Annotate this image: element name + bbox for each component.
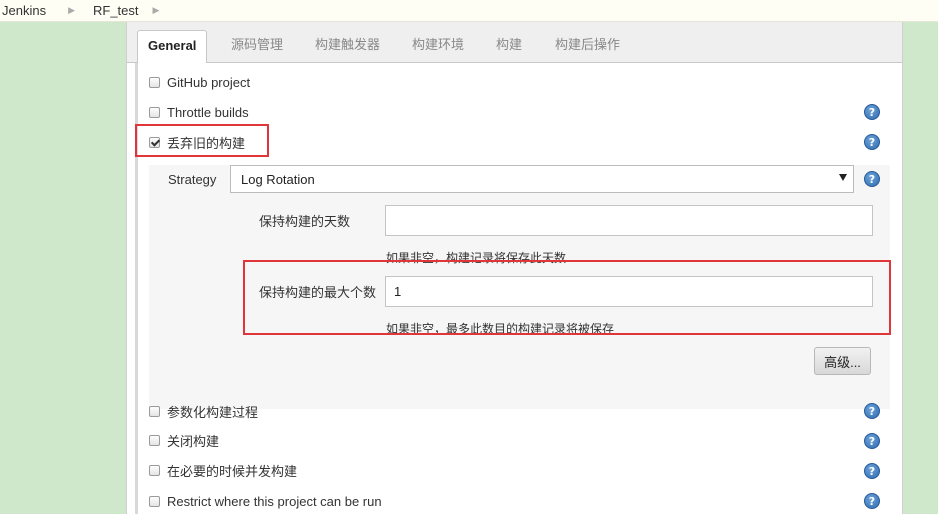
strategy-select[interactable]: Log Rotation [230,165,854,193]
tab-post-build[interactable]: 构建后操作 [545,30,630,63]
config-panel: General 源码管理 构建触发器 构建环境 构建 构建后操作 GitHub … [126,22,903,514]
discard-old-builds-checkbox[interactable] [149,136,160,148]
option-restrict-where: Restrict where this project can be run [149,492,382,510]
days-to-keep-input[interactable] [385,205,873,236]
help-icon[interactable]: ? [864,134,880,150]
discard-old-builds-label: 丢弃旧的构建 [167,135,246,151]
advanced-button[interactable]: 高级... [814,347,871,375]
help-icon[interactable]: ? [864,104,880,120]
tab-general[interactable]: General [137,30,208,64]
max-builds-input[interactable]: 1 [385,276,873,307]
days-to-keep-hint: 如果非空，构建记录将保存此天数 [386,251,567,265]
throttle-builds-label: Throttle builds [167,104,249,120]
tab-bar: General 源码管理 构建触发器 构建环境 构建 构建后操作 [127,22,902,64]
parameterized-checkbox[interactable] [149,405,160,417]
help-icon[interactable]: ? [864,433,880,449]
help-icon[interactable]: ? [864,403,880,419]
option-discard-old-builds: 丢弃旧的构建 [149,133,245,151]
chevron-right-icon[interactable]: ▶ [153,5,160,16]
tab-triggers[interactable]: 构建触发器 [305,30,390,63]
chevron-right-icon[interactable]: ▶ [68,5,75,16]
tab-build[interactable]: 构建 [486,30,532,63]
restrict-where-label: Restrict where this project can be run [167,493,382,509]
option-disable-build: 关闭构建 [149,431,219,449]
parameterized-label: 参数化构建过程 [167,404,259,420]
help-icon[interactable]: ? [864,463,880,479]
breadcrumb-project[interactable]: RF_test [93,3,139,18]
discard-settings: Strategy Log Rotation ? 保持构建的天数 如果非空，构建记… [149,165,890,409]
option-concurrent-builds: 在必要的时候并发构建 [149,461,297,479]
disable-build-checkbox[interactable] [149,434,160,446]
tab-scm[interactable]: 源码管理 [221,30,293,63]
max-builds-label: 保持构建的最大个数 [259,285,377,300]
concurrent-builds-label: 在必要的时候并发构建 [167,463,298,479]
option-throttle-builds: Throttle builds [149,103,249,121]
throttle-builds-checkbox[interactable] [149,106,160,118]
section-divider [135,63,138,514]
dropdown-arrow-icon [839,174,847,181]
breadcrumb-jenkins[interactable]: Jenkins [2,3,46,18]
help-icon[interactable]: ? [864,493,880,509]
tab-build-env[interactable]: 构建环境 [402,30,474,63]
days-to-keep-label: 保持构建的天数 [259,214,351,229]
strategy-selected-value: Log Rotation [241,171,315,187]
option-parameterized: 参数化构建过程 [149,402,258,420]
restrict-where-checkbox[interactable] [149,495,160,507]
github-project-checkbox[interactable] [149,76,160,88]
help-icon[interactable]: ? [864,171,880,187]
github-project-label: GitHub project [167,74,251,90]
option-github-project: GitHub project [149,73,250,91]
disable-build-label: 关闭构建 [167,433,220,449]
max-builds-hint: 如果非空，最多此数目的构建记录将被保存 [386,322,615,336]
general-section: GitHub project Throttle builds ? 丢弃旧的构建 … [127,63,902,514]
concurrent-builds-checkbox[interactable] [149,464,160,476]
strategy-label: Strategy [168,172,217,187]
breadcrumb: Jenkins ▶ RF_test ▶ [0,0,938,22]
